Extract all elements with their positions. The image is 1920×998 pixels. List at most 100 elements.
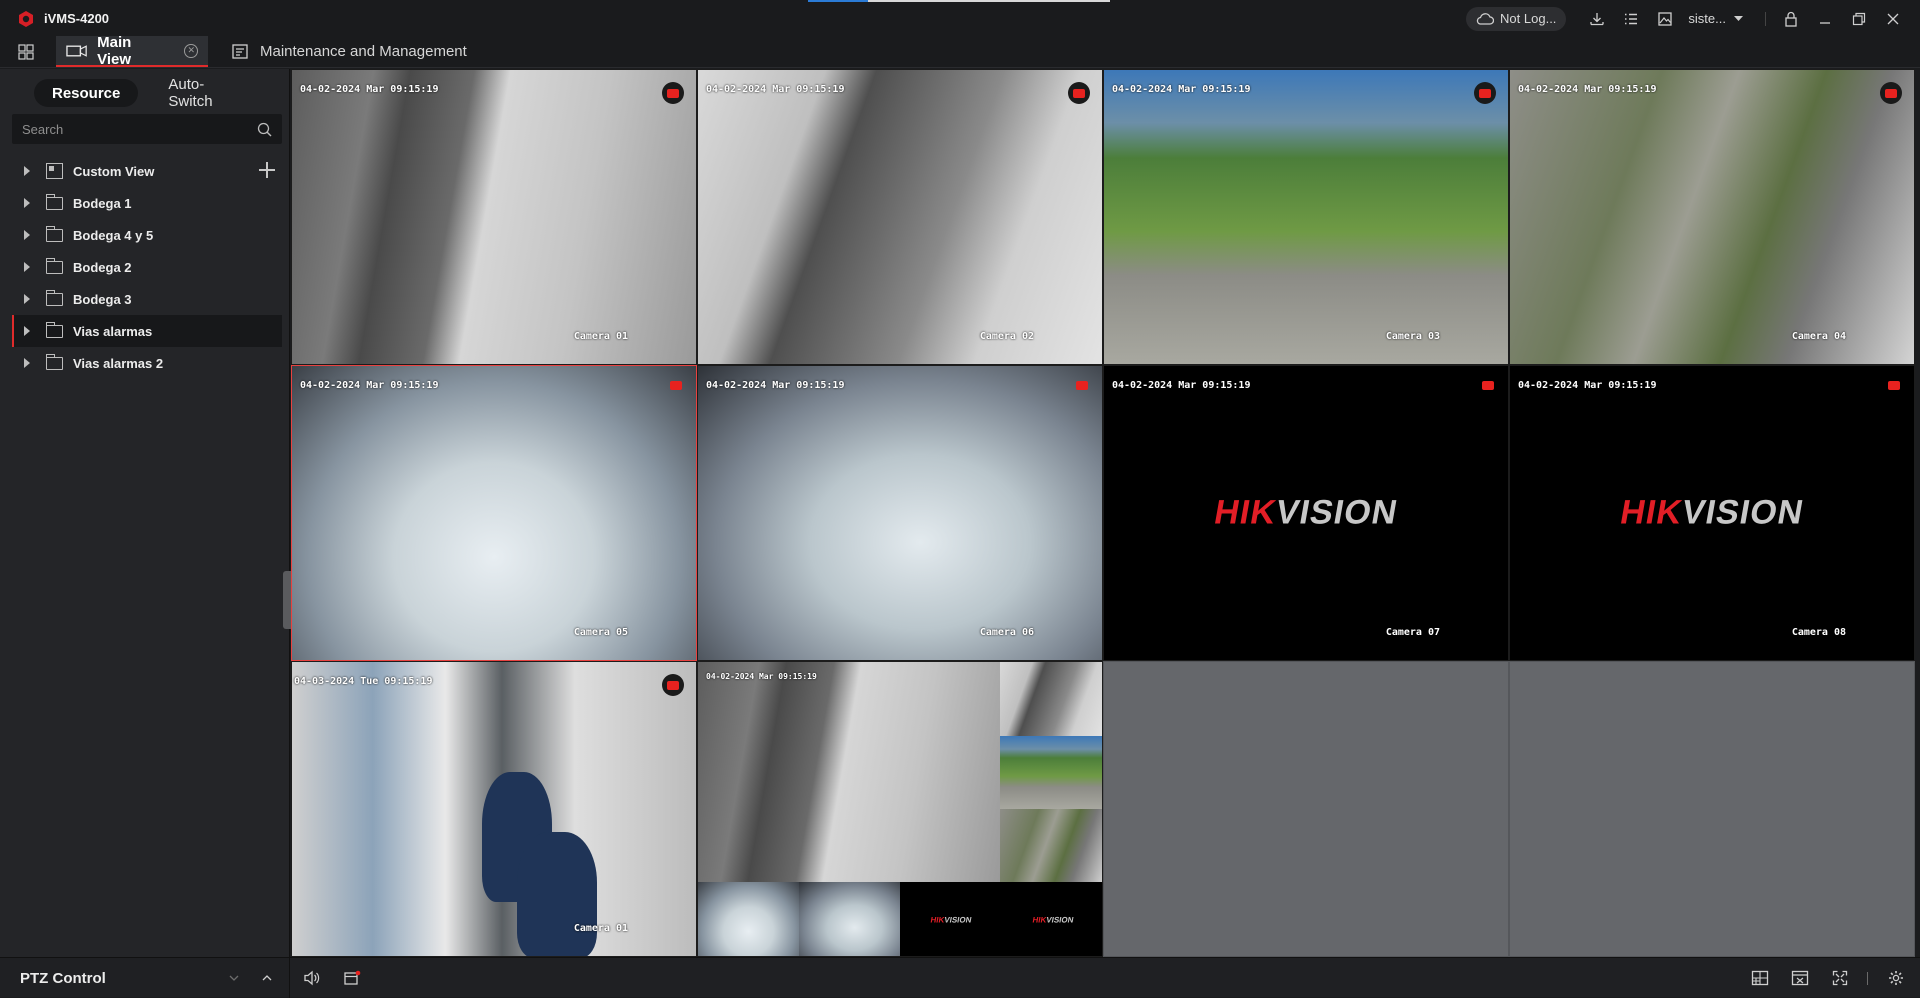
osd-camera-name: Camera 02 [979, 331, 1034, 342]
sub-view-8: HIKVISION [1002, 882, 1102, 956]
sub-view-main: 04-02-2024 Mar 09:15:19 [698, 662, 1000, 882]
close-all-icon[interactable] [1782, 958, 1818, 998]
sidebar-collapse-handle[interactable] [283, 571, 291, 629]
app-title: iVMS-4200 [44, 11, 110, 26]
folder-icon [45, 321, 63, 338]
expand-arrow-icon[interactable] [24, 166, 30, 176]
ptz-control-panel-toggle[interactable]: PTZ Control [0, 958, 290, 998]
window-layout-icon[interactable] [1742, 958, 1778, 998]
divider [1867, 972, 1868, 985]
recording-icon[interactable] [662, 82, 684, 104]
recording-icon[interactable] [1880, 82, 1902, 104]
recording-icon[interactable] [1482, 381, 1494, 390]
tree-item-label: Bodega 2 [73, 259, 132, 275]
osd-timestamp: 04-02-2024 Mar 09:15:19 [1112, 84, 1251, 95]
tree-item-bodega-1[interactable]: Bodega 1 [12, 187, 282, 219]
video-window-1[interactable]: 04-02-2024 Mar 09:15:19 Camera 01 [291, 69, 697, 365]
video-window-9[interactable]: 04-03-2024 Tue 09:15:19 Camera 01 [291, 661, 697, 957]
login-status-button[interactable]: Not Log... [1466, 6, 1567, 31]
expand-arrow-icon[interactable] [24, 198, 30, 208]
ptz-control-label: PTZ Control [20, 969, 106, 987]
module-tab-bar: Main View ✕ Maintenance and Management [0, 34, 1920, 68]
osd-camera-name: Camera 04 [1791, 331, 1846, 342]
view-icon [46, 163, 63, 179]
osd-timestamp: 04-02-2024 Mar 09:15:19 [1518, 84, 1657, 95]
video-window-5[interactable]: 04-02-2024 Mar 09:15:19 Camera 05 [291, 365, 697, 661]
tab-main-view[interactable]: Main View ✕ [56, 34, 208, 68]
person-figure [517, 832, 597, 956]
recording-icon[interactable] [1474, 82, 1496, 104]
login-status-label: Not Log... [1500, 11, 1557, 26]
video-window-10[interactable]: 04-02-2024 Mar 09:15:19 HIKVISION HIKVIS… [697, 661, 1103, 957]
restore-icon[interactable] [1842, 0, 1876, 37]
tree-item-label: Vias alarmas [73, 323, 153, 339]
expand-arrow-icon[interactable] [24, 358, 30, 368]
sub-view-7: HIKVISION [900, 882, 1002, 956]
resource-mode-button[interactable]: Resource [34, 79, 139, 107]
resource-sidebar: Resource Auto-Switch Custom View Bodega … [0, 69, 291, 957]
hikvision-logo: HIKVISION [1617, 493, 1807, 532]
expand-arrow-icon[interactable] [24, 326, 30, 336]
video-window-11[interactable] [1103, 661, 1509, 957]
minimize-icon[interactable] [1808, 0, 1842, 37]
settings-icon[interactable] [1878, 958, 1914, 998]
osd-camera-name: Camera 08 [1791, 627, 1846, 638]
auto-switch-mode-button[interactable]: Auto-Switch [150, 76, 254, 110]
download-icon[interactable] [1580, 0, 1614, 37]
video-window-6[interactable]: 04-02-2024 Mar 09:15:19 Camera 06 [697, 365, 1103, 661]
video-window-12[interactable] [1509, 661, 1915, 957]
osd-camera-name: Camera 06 [979, 627, 1034, 638]
search-input[interactable] [22, 121, 257, 137]
image-icon[interactable] [1648, 0, 1682, 37]
lock-icon[interactable] [1774, 0, 1808, 37]
module-grid-icon[interactable] [0, 36, 52, 67]
close-tab-icon[interactable]: ✕ [184, 43, 198, 58]
tree-item-bodega-2[interactable]: Bodega 2 [12, 251, 282, 283]
sub-view-2 [1000, 662, 1102, 736]
fullscreen-icon[interactable] [1822, 958, 1858, 998]
tree-item-label: Custom View [73, 163, 155, 179]
task-list-icon[interactable] [1614, 0, 1648, 37]
loading-progress [808, 0, 1110, 2]
video-window-4[interactable]: 04-02-2024 Mar 09:15:19 Camera 04 [1509, 69, 1915, 365]
record-all-icon[interactable] [334, 958, 370, 998]
expand-arrow-icon[interactable] [24, 262, 30, 272]
tab-maintenance-and-management[interactable]: Maintenance and Management [222, 36, 477, 67]
search-icon[interactable] [257, 122, 272, 137]
tree-item-custom-view[interactable]: Custom View [12, 155, 282, 187]
osd-timestamp: 04-02-2024 Mar 09:15:19 [706, 380, 845, 391]
chevron-up-icon[interactable] [262, 973, 272, 983]
recording-icon[interactable] [662, 674, 684, 696]
sub-view-4 [1000, 809, 1102, 882]
expand-arrow-icon[interactable] [24, 230, 30, 240]
close-icon[interactable] [1876, 0, 1910, 37]
video-window-2[interactable]: 04-02-2024 Mar 09:15:19 Camera 02 [697, 69, 1103, 365]
live-view-grid: 04-02-2024 Mar 09:15:19 Camera 01 04-02-… [291, 69, 1915, 957]
tree-item-bodega-4-y-5[interactable]: Bodega 4 y 5 [12, 219, 282, 251]
tree-item-vias-alarmas[interactable]: Vias alarmas [12, 315, 282, 347]
bottom-toolbar: PTZ Control [0, 957, 1920, 998]
title-bar: iVMS-4200 Not Log... siste... [0, 0, 1920, 37]
chevron-down-icon[interactable] [229, 973, 239, 983]
recording-icon[interactable] [1076, 381, 1088, 390]
osd-timestamp: 04-02-2024 Mar 09:15:19 [706, 84, 845, 95]
add-view-icon[interactable] [258, 161, 276, 179]
expand-arrow-icon[interactable] [24, 294, 30, 304]
tree-item-vias-alarmas-2[interactable]: Vias alarmas 2 [12, 347, 282, 379]
tab-label: Maintenance and Management [260, 43, 467, 60]
recording-icon[interactable] [670, 381, 682, 390]
recording-icon[interactable] [1068, 82, 1090, 104]
user-menu[interactable]: siste... [1688, 11, 1743, 26]
osd-camera-name: Camera 05 [573, 627, 628, 638]
tree-item-bodega-3[interactable]: Bodega 3 [12, 283, 282, 315]
osd-timestamp: 04-02-2024 Mar 09:15:19 [706, 672, 817, 681]
osd-timestamp: 04-02-2024 Mar 09:15:19 [300, 84, 439, 95]
recording-icon[interactable] [1888, 381, 1900, 390]
video-window-8[interactable]: 04-02-2024 Mar 09:15:19 HIKVISION Camera… [1509, 365, 1915, 661]
volume-icon[interactable] [294, 958, 330, 998]
tree-item-label: Bodega 4 y 5 [73, 227, 154, 243]
video-window-7[interactable]: 04-02-2024 Mar 09:15:19 HIKVISION Camera… [1103, 365, 1509, 661]
osd-timestamp: 04-02-2024 Mar 09:15:19 [1112, 380, 1251, 391]
video-window-3[interactable]: 04-02-2024 Mar 09:15:19 Camera 03 [1103, 69, 1509, 365]
app-logo-icon [16, 9, 36, 29]
